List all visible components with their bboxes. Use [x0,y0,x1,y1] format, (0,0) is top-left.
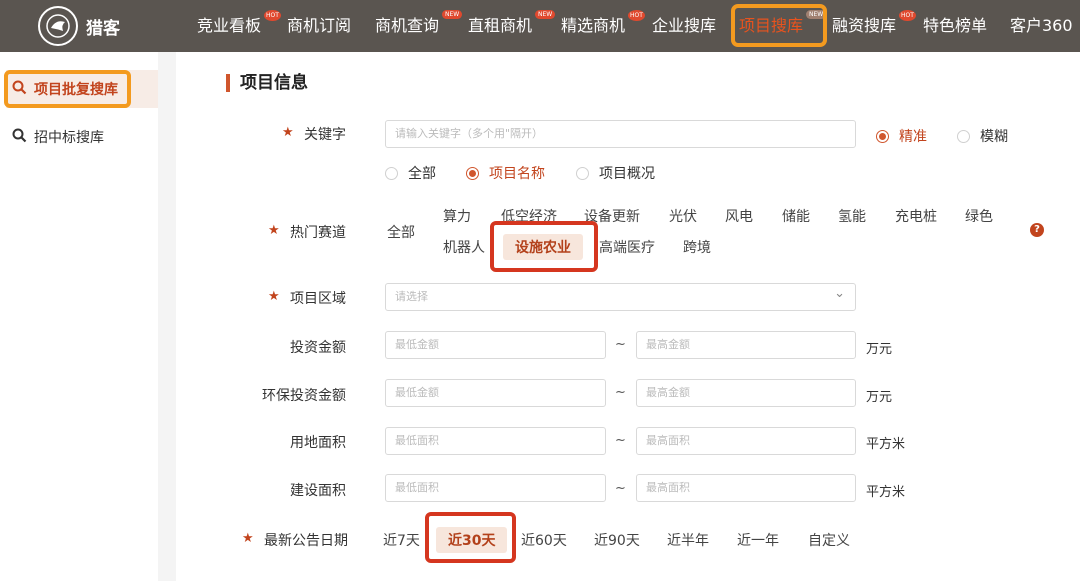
build-area-min-input[interactable]: 最低面积 [385,474,606,502]
keyword-input[interactable]: 请输入关键字（多个用"隔开） [385,120,856,148]
track-tag[interactable]: 储能 [782,206,810,226]
range-separator: ~ [615,433,626,448]
build-area-max-input[interactable]: 最高面积 [636,474,856,502]
track-tag[interactable]: 充电桩 [895,206,937,226]
land-area-label: 用地面积 [290,435,346,451]
range-separator: ~ [615,385,626,400]
range-separator: ~ [615,481,626,496]
land-area-unit: 平方米 [866,437,906,452]
hot-track-label: 热门赛道 [290,225,346,241]
track-tag-all[interactable]: 全部 [387,222,415,242]
date-highlight-box [425,512,516,563]
radio-dot-icon [576,166,589,180]
required-star-icon: ★ [268,289,280,304]
land-area-max-input[interactable]: 最高面积 [636,427,856,455]
match-exact-radio[interactable]: 精准 [876,126,927,146]
track-tag[interactable]: 跨境 [683,237,711,257]
radio-dot-icon [876,129,889,143]
track-tag[interactable]: 光伏 [669,206,697,226]
date-option[interactable]: 近一年 [737,530,779,550]
build-area-label: 建设面积 [290,483,346,499]
env-investment-label: 环保投资金额 [262,388,346,404]
sidebar-item-bidding[interactable]: 招中标搜库 [6,118,160,156]
nav-item-selected-opportunity[interactable]: 精选商机 [561,0,625,52]
sidebar: 项目批复搜库 招中标搜库 [0,52,176,581]
date-option[interactable]: 近90天 [594,530,640,550]
nav-item-competition-board[interactable]: 竞业看板 [197,0,261,52]
env-investment-min-input[interactable]: 最低金额 [385,379,606,407]
region-label: 项目区域 [290,291,346,307]
env-investment-unit: 万元 [866,390,893,405]
top-navigation: 猎客 竞业看板 HOT 商机订阅 商机查询 NEW 直租商机 NEW 精选商机 … [0,0,1080,52]
nav-item-financing-search[interactable]: 融资搜库 [832,0,896,52]
scope-all-radio[interactable]: 全部 [385,163,436,183]
required-star-icon: ★ [242,531,254,546]
hot-badge: HOT [264,10,281,21]
sidebar-highlight-box [4,70,131,108]
required-star-icon: ★ [268,223,280,238]
date-option[interactable]: 近7天 [383,530,420,550]
brand-name: 猎客 [86,18,120,39]
nav-highlight-box [731,4,827,47]
build-area-unit: 平方米 [866,485,906,500]
radio-dot-icon [385,166,398,180]
new-badge: NEW [535,10,556,19]
required-star-icon: ★ [282,125,294,140]
sidebar-item-label: 招中标搜库 [34,130,104,146]
hot-badge: HOT [899,10,916,21]
track-tag[interactable]: 机器人 [443,237,485,257]
date-option[interactable]: 近半年 [667,530,709,550]
track-tag[interactable]: 风电 [725,206,753,226]
nav-item-opportunity-subscribe[interactable]: 商机订阅 [287,0,351,52]
nav-item-enterprise-search[interactable]: 企业搜库 [652,0,716,52]
nav-item-rankings[interactable]: 特色榜单 [923,0,987,52]
help-icon[interactable]: ? [1030,223,1044,237]
nav-item-customer-360[interactable]: 客户360 [1010,0,1073,52]
investment-label: 投资金额 [290,340,346,356]
scope-name-radio[interactable]: 项目名称 [466,163,545,183]
range-separator: ~ [615,337,626,352]
keyword-label: 关键字 [304,127,346,143]
track-tag[interactable]: 高端医疗 [599,237,655,257]
env-investment-max-input[interactable]: 最高金额 [636,379,856,407]
track-tag[interactable]: 算力 [443,206,471,226]
date-option[interactable]: 近60天 [521,530,567,550]
track-highlight-box [490,221,598,272]
investment-min-input[interactable]: 最低金额 [385,331,606,359]
track-tag[interactable]: 氢能 [838,206,866,226]
radio-dot-icon [466,166,479,180]
land-area-min-input[interactable]: 最低面积 [385,427,606,455]
new-badge: NEW [442,10,463,19]
match-fuzzy-radio[interactable]: 模糊 [957,126,1008,146]
investment-max-input[interactable]: 最高金额 [636,331,856,359]
main-content: 项目信息 ★ 关键字 请输入关键字（多个用"隔开） 精准 模糊 全部 项目名称 … [194,52,1080,581]
radio-dot-icon [957,129,970,143]
search-icon [12,128,27,147]
nav-item-opportunity-search[interactable]: 商机查询 [375,0,439,52]
date-option[interactable]: 自定义 [808,530,850,550]
nav-item-direct-lease[interactable]: 直租商机 [468,0,532,52]
hot-badge: HOT [628,10,645,21]
logo-icon [38,6,78,46]
date-label: 最新公告日期 [264,533,348,549]
region-select[interactable]: 请选择 [385,281,856,311]
track-tag[interactable]: 绿色 [965,206,993,226]
section-title: 项目信息 [226,74,308,92]
brand-logo[interactable]: 猎客 [38,6,120,46]
investment-unit: 万元 [866,342,893,357]
scope-overview-radio[interactable]: 项目概况 [576,163,655,183]
